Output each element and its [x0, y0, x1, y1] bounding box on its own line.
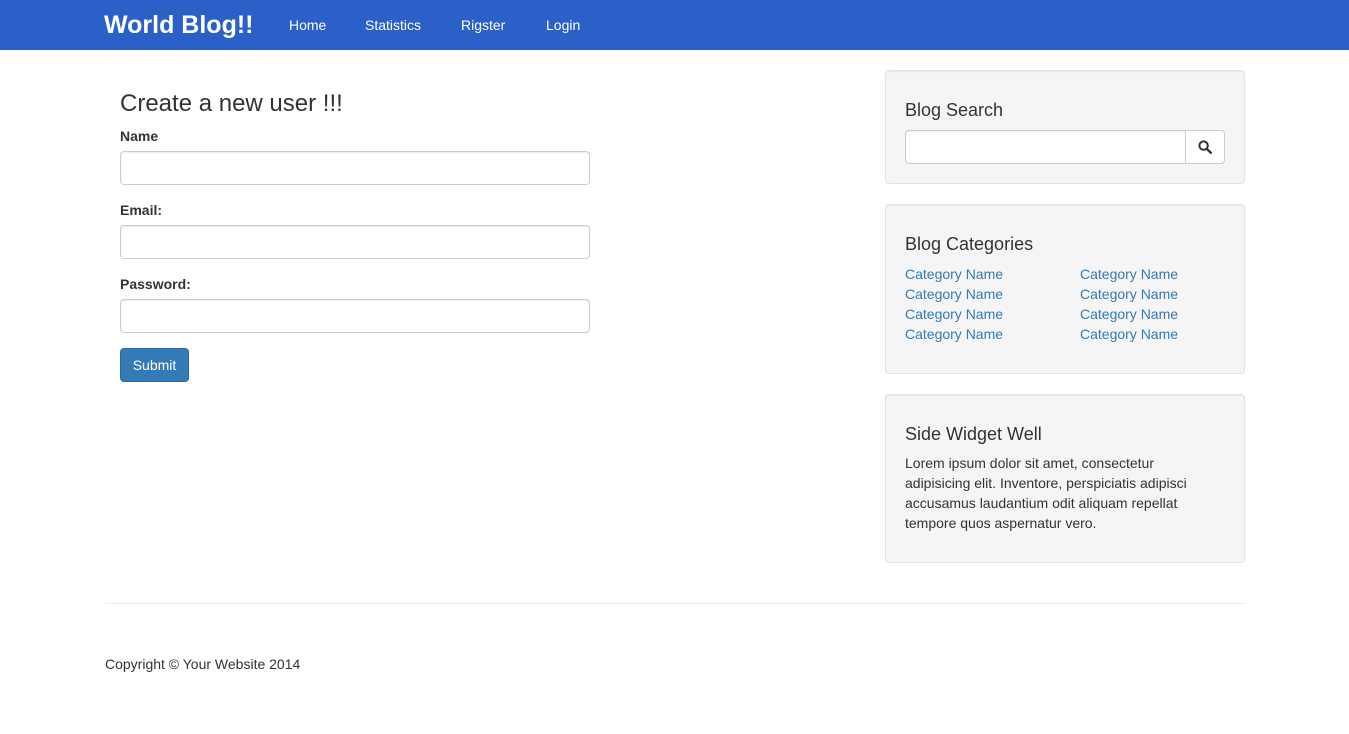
blog-search-well: Blog Search	[885, 70, 1245, 184]
side-widget-text: Lorem ipsum dolor sit amet, consectetur …	[905, 455, 1187, 531]
nav-link-statistics[interactable]: Statistics	[365, 16, 421, 34]
name-input[interactable]	[120, 151, 590, 185]
category-link[interactable]: Category Name	[1080, 284, 1178, 304]
category-link[interactable]: Category Name	[905, 264, 1003, 284]
category-link[interactable]: Category Name	[1080, 264, 1178, 284]
category-link[interactable]: Category Name	[1080, 304, 1178, 324]
copyright-text: Copyright © Your Website 2014	[105, 656, 301, 672]
blog-search-title: Blog Search	[905, 100, 1004, 120]
category-link[interactable]: Category Name	[1080, 324, 1178, 344]
top-navbar: World Blog!! Home Statistics Rigster Log…	[0, 0, 1349, 50]
password-label: Password:	[120, 276, 191, 292]
form-title: Create a new user !!!	[120, 90, 343, 117]
nav-link-home[interactable]: Home	[289, 16, 326, 34]
blog-search-input[interactable]	[905, 130, 1186, 164]
name-label: Name	[120, 128, 159, 144]
side-widget-well: Side Widget Well Lorem ipsum dolor sit a…	[885, 394, 1245, 563]
category-link[interactable]: Category Name	[905, 304, 1003, 324]
email-input[interactable]	[120, 225, 590, 259]
side-widget-title: Side Widget Well	[905, 424, 1042, 444]
submit-button[interactable]: Submit	[120, 348, 189, 382]
blog-search-button[interactable]	[1185, 130, 1225, 164]
search-icon	[1198, 140, 1212, 154]
category-link[interactable]: Category Name	[905, 284, 1003, 304]
password-input[interactable]	[120, 299, 590, 333]
blog-categories-title: Blog Categories	[905, 234, 1034, 254]
nav-link-register[interactable]: Rigster	[461, 16, 505, 34]
email-label: Email:	[120, 202, 163, 218]
category-link[interactable]: Category Name	[905, 324, 1003, 344]
brand-link[interactable]: World Blog!!	[104, 10, 254, 40]
blog-categories-well: Blog Categories Category Name Category N…	[885, 204, 1245, 374]
nav-link-login[interactable]: Login	[546, 16, 580, 34]
footer-divider	[105, 603, 1245, 604]
